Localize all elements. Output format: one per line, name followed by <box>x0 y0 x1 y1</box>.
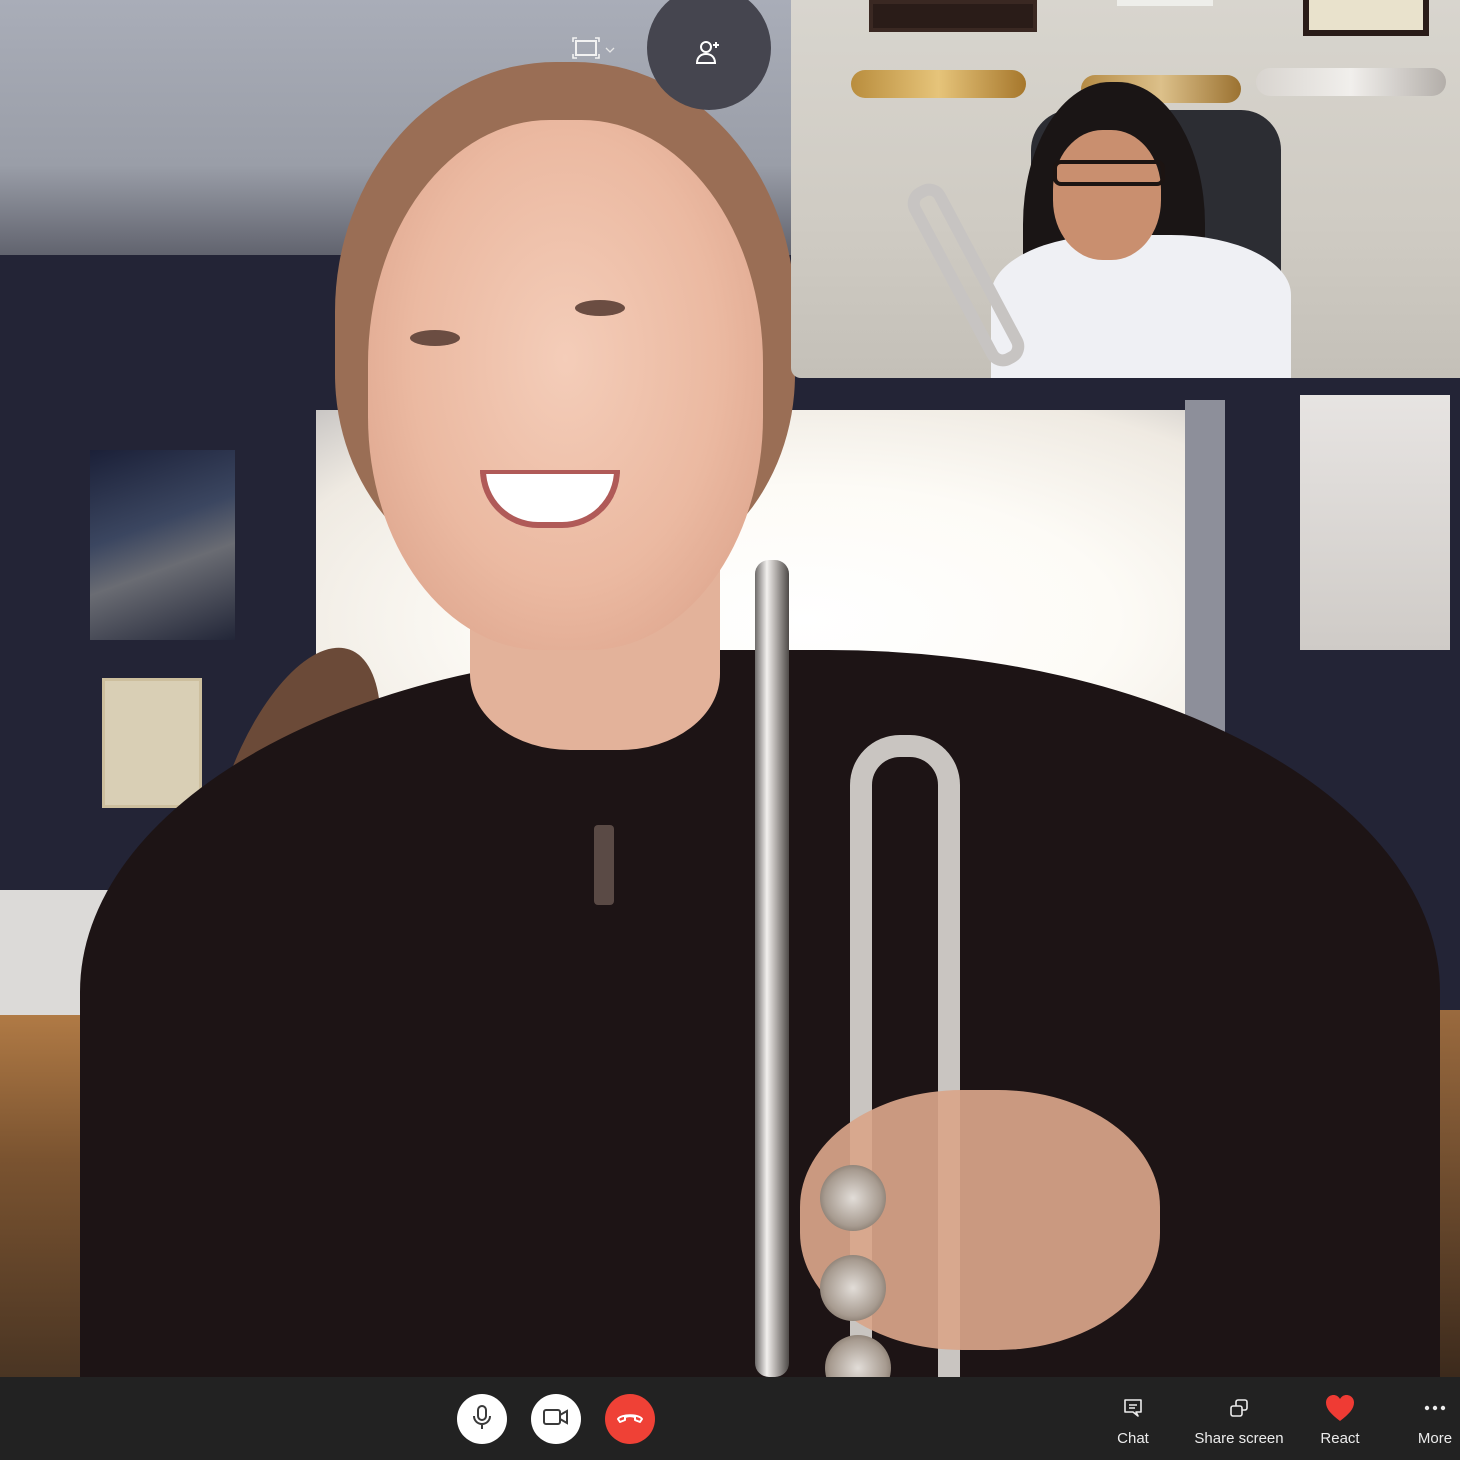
more-label: More <box>1417 1430 1453 1447</box>
participant-eye <box>410 330 460 346</box>
self-view-video[interactable] <box>791 0 1460 378</box>
mute-microphone-button[interactable] <box>457 1394 507 1444</box>
video-camera-icon <box>543 1408 569 1431</box>
more-options-button[interactable]: More <box>1412 1393 1458 1447</box>
wall-poster <box>90 450 235 640</box>
participant-face <box>368 120 763 650</box>
add-person-icon <box>695 25 723 72</box>
trumpet-leadpipe <box>755 560 789 1377</box>
react-button[interactable]: React <box>1313 1393 1367 1447</box>
wall-frame <box>869 0 1037 32</box>
wall-trumpet <box>851 70 1026 98</box>
trumpet-valve <box>820 1165 886 1231</box>
trumpet-valve <box>820 1255 886 1321</box>
end-call-button[interactable] <box>605 1394 655 1444</box>
chat-bubble-icon <box>1123 1393 1143 1423</box>
participant-eye <box>575 300 625 316</box>
share-screen-icon <box>1229 1393 1249 1423</box>
wall-certificate <box>1303 0 1429 36</box>
chevron-down-icon <box>605 41 615 59</box>
call-toolbar: Chat Share screen React More <box>0 1377 1460 1460</box>
ellipsis-icon <box>1424 1393 1446 1423</box>
react-label: React <box>1320 1430 1360 1447</box>
share-screen-button[interactable]: Share screen <box>1190 1393 1288 1447</box>
self-face <box>1053 130 1161 260</box>
jacket-zipper <box>594 825 614 905</box>
wall-trumpet <box>1256 68 1446 96</box>
wall-certificate <box>102 678 202 808</box>
wall-plaque <box>1117 0 1213 6</box>
frame-layout-icon <box>572 36 600 64</box>
heart-icon <box>1325 1393 1355 1423</box>
share-screen-label: Share screen <box>1194 1430 1284 1447</box>
wall-picture <box>1300 395 1450 650</box>
hang-up-icon <box>616 1410 644 1429</box>
microphone-icon <box>471 1404 493 1435</box>
chat-label: Chat <box>1117 1430 1149 1447</box>
chat-button[interactable]: Chat <box>1108 1393 1158 1447</box>
self-shirt <box>991 235 1291 378</box>
self-glasses <box>1053 160 1165 186</box>
layout-switch-button[interactable] <box>572 34 620 66</box>
toggle-camera-button[interactable] <box>531 1394 581 1444</box>
